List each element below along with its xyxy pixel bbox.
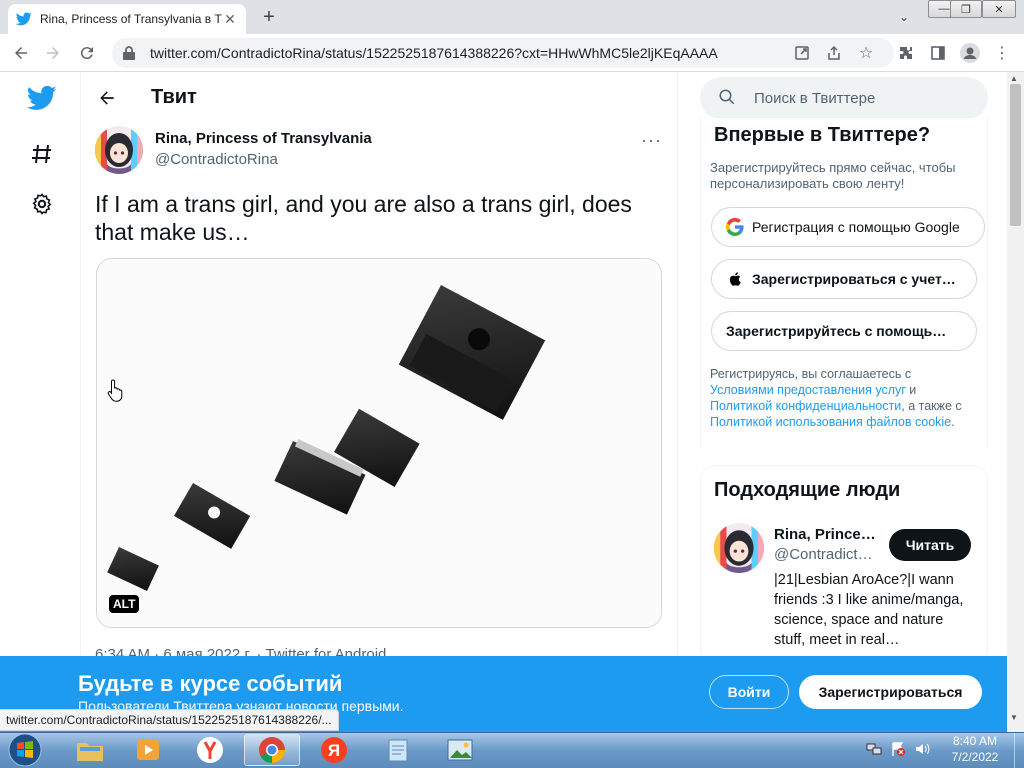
- network-icon[interactable]: [866, 741, 882, 757]
- terms-link[interactable]: Условиями предоставления услуг: [710, 383, 906, 397]
- author-avatar[interactable]: [95, 126, 143, 174]
- bookmark-star-icon[interactable]: ☆: [856, 43, 876, 63]
- login-button[interactable]: Войти: [709, 675, 789, 709]
- open-in-app-icon[interactable]: [792, 43, 812, 63]
- tweet-image[interactable]: ALT: [96, 258, 662, 628]
- close-tab-icon[interactable]: ✕: [222, 11, 238, 27]
- forward-icon[interactable]: [40, 40, 66, 66]
- scroll-up-icon[interactable]: ▲: [1010, 74, 1018, 83]
- suggested-user-handle[interactable]: @Contradict…: [774, 546, 874, 563]
- tab-search-icon[interactable]: ⌄: [894, 8, 914, 26]
- hand-cursor-icon: [107, 378, 125, 407]
- terms-and: и: [909, 383, 917, 397]
- who-to-follow-title: Подходящие люди: [714, 479, 901, 501]
- twitter-favicon-icon: [16, 11, 32, 27]
- scrollbar-thumb[interactable]: [1010, 84, 1021, 226]
- share-icon[interactable]: [824, 43, 844, 63]
- reload-icon[interactable]: [74, 40, 100, 66]
- yandex-browser-taskbar-icon[interactable]: [182, 734, 238, 766]
- signup-subtitle: Зарегистрируйтесь прямо сейчас, чтобы пе…: [710, 160, 956, 191]
- privacy-after: , а также с: [901, 399, 962, 413]
- google-icon: [726, 218, 744, 236]
- action-center-flag-icon[interactable]: [890, 741, 906, 757]
- main-column: Твит Rina, Princess of Transylvania @Con…: [80, 72, 678, 732]
- side-panel-icon[interactable]: [928, 43, 948, 63]
- settings-gear-icon[interactable]: [22, 184, 62, 224]
- restore-button[interactable]: ❐: [950, 0, 982, 18]
- privacy-link[interactable]: Политикой конфиденциальности: [710, 399, 901, 413]
- notepad-taskbar-icon[interactable]: [370, 734, 426, 766]
- url-text: twitter.com/ContradictoRina/status/15225…: [150, 45, 718, 61]
- clock-date: 7/2/2022: [951, 750, 999, 764]
- search-placeholder: Поиск в Твиттере: [754, 89, 876, 107]
- apple-signup-button[interactable]: Зарегистрироваться с учет…: [711, 259, 977, 299]
- terms-text: Регистрируясь, вы соглашаетесь с Условия…: [710, 366, 986, 430]
- scroll-down-icon[interactable]: ▼: [1010, 713, 1018, 722]
- clock-time: 8:40 AM: [952, 734, 998, 748]
- suggested-user-bio: |21|Lesbian AroAce?|I wann friends :3 I …: [774, 572, 964, 648]
- suggested-user-name[interactable]: Rina, Prince…: [774, 526, 882, 543]
- browser-toolbar: twitter.com/ContradictoRina/status/15225…: [0, 34, 1024, 72]
- yandex-taskbar-icon[interactable]: Я: [306, 734, 362, 766]
- cookie-after: .: [951, 415, 955, 429]
- apple-icon: [726, 270, 744, 288]
- google-signup-label: Регистрация с помощью Google: [752, 219, 960, 235]
- volume-icon[interactable]: [914, 741, 930, 757]
- suggested-user-avatar[interactable]: [714, 523, 764, 573]
- chrome-taskbar-icon[interactable]: [244, 734, 300, 766]
- close-window-button[interactable]: ✕: [982, 0, 1016, 18]
- alt-text-badge[interactable]: ALT: [109, 595, 140, 613]
- extensions-icon[interactable]: [896, 43, 916, 63]
- menu-kebab-icon[interactable]: ⋮: [992, 43, 1012, 63]
- explore-hashtag-icon[interactable]: [22, 134, 62, 174]
- left-navigation: [0, 72, 80, 732]
- twitter-logo-icon[interactable]: [22, 78, 62, 118]
- author-handle[interactable]: @ContradictoRina: [155, 151, 278, 168]
- link-status-url: twitter.com/ContradictoRina/status/15225…: [0, 709, 339, 731]
- cookie-link[interactable]: Политикой использования файлов cookie: [710, 415, 951, 429]
- media-player-taskbar-icon[interactable]: [120, 734, 176, 766]
- browser-tab[interactable]: Rina, Princess of Transylvania в Т ✕: [8, 4, 246, 34]
- lock-icon: [122, 45, 138, 61]
- follow-button[interactable]: Читать: [889, 529, 971, 561]
- apple-signup-label: Зарегистрироваться с учет…: [752, 271, 956, 287]
- tab-title: Rina, Princess of Transylvania в Т: [40, 12, 222, 26]
- taskbar-clock[interactable]: 8:40 AM 7/2/2022: [940, 733, 1010, 765]
- author-name[interactable]: Rina, Princess of Transylvania: [155, 130, 372, 147]
- banner-title: Будьте в курсе событий: [78, 671, 343, 696]
- email-signup-button[interactable]: Зарегистрируйтесь с помощь…: [711, 311, 977, 351]
- profile-icon[interactable]: [960, 43, 980, 63]
- search-input[interactable]: Поиск в Твиттере: [700, 77, 988, 119]
- svg-text:Я: Я: [328, 741, 340, 760]
- terms-prefix: Регистрируясь, вы соглашаетесь с: [710, 367, 912, 381]
- page-title: Твит: [151, 86, 197, 108]
- transistors-photo: [97, 259, 661, 627]
- search-icon: [718, 88, 738, 108]
- google-signup-button[interactable]: Регистрация с помощью Google: [711, 207, 985, 247]
- more-options-icon[interactable]: ···: [641, 130, 662, 151]
- start-button[interactable]: [4, 732, 46, 768]
- show-desktop-button[interactable]: [1014, 733, 1024, 768]
- photo-viewer-taskbar-icon[interactable]: [432, 734, 488, 766]
- explorer-taskbar-icon[interactable]: [62, 734, 118, 766]
- register-button[interactable]: Зарегистрироваться: [799, 675, 982, 709]
- back-icon[interactable]: [8, 40, 34, 66]
- address-bar[interactable]: twitter.com/ContradictoRina/status/15225…: [112, 38, 894, 68]
- signup-title: Впервые в Твиттере?: [714, 124, 931, 146]
- back-arrow-icon[interactable]: [95, 86, 119, 110]
- tweet-text: If I am a trans girl, and you are also a…: [95, 191, 632, 245]
- new-tab-button[interactable]: +: [256, 6, 282, 28]
- email-signup-label: Зарегистрируйтесь с помощь…: [726, 323, 947, 339]
